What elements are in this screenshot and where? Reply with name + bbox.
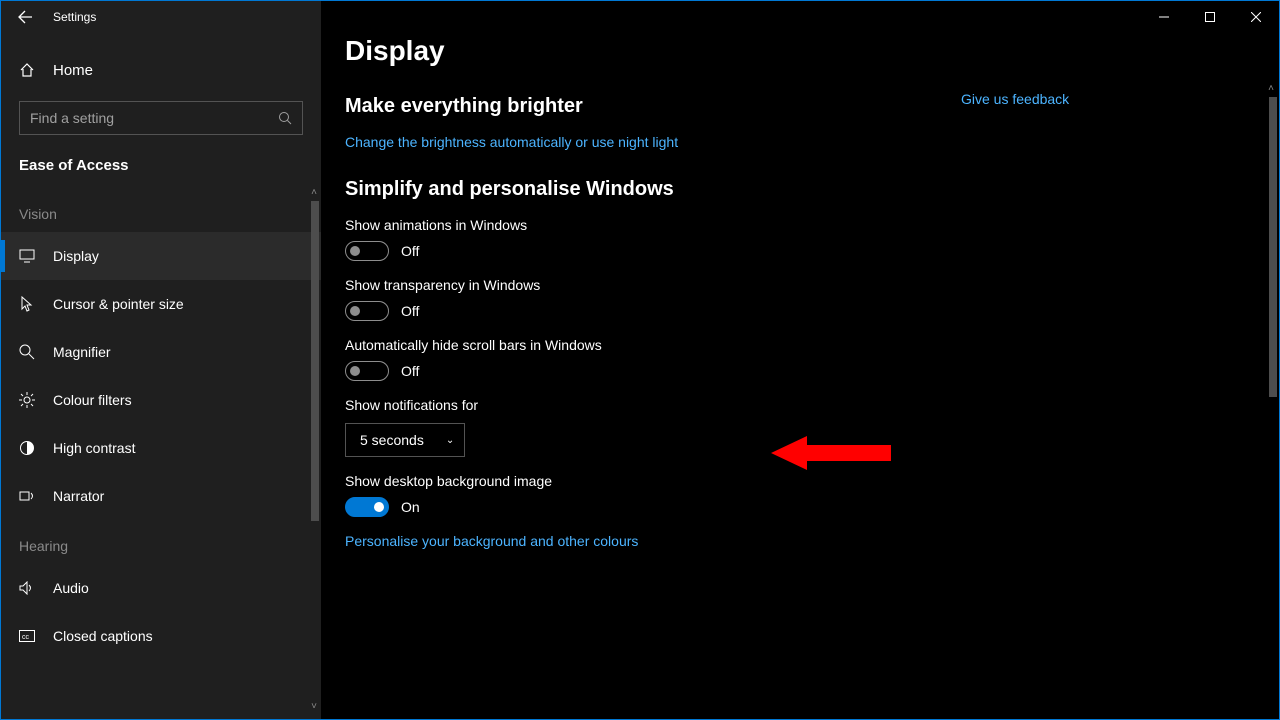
search-input-wrap[interactable] bbox=[19, 101, 303, 135]
arrow-left-icon bbox=[17, 9, 33, 25]
scrollbars-label: Automatically hide scroll bars in Window… bbox=[345, 337, 961, 353]
titlebar: Settings bbox=[1, 1, 1279, 33]
sidebar-item-high-contrast[interactable]: High contrast bbox=[1, 424, 321, 472]
sidebar: Home Ease of Access Vision Display Curso… bbox=[1, 1, 321, 719]
sidebar-item-display[interactable]: Display bbox=[1, 232, 321, 280]
nav-label: Colour filters bbox=[53, 392, 132, 408]
main-scrollbar[interactable] bbox=[1267, 97, 1277, 713]
sidebar-item-closed-captions[interactable]: cc Closed captions bbox=[1, 612, 321, 660]
notifications-label: Show notifications for bbox=[345, 397, 961, 413]
nav-label: Closed captions bbox=[53, 628, 153, 644]
nav-label: Cursor & pointer size bbox=[53, 296, 184, 312]
animations-state: Off bbox=[401, 243, 419, 259]
sidebar-item-cursor[interactable]: Cursor & pointer size bbox=[1, 280, 321, 328]
svg-text:cc: cc bbox=[22, 634, 30, 641]
nav-group-header-vision: Vision bbox=[1, 188, 321, 232]
desktop-bg-state: On bbox=[401, 499, 420, 515]
home-icon bbox=[19, 62, 39, 78]
cursor-icon bbox=[19, 296, 39, 312]
speaker-icon bbox=[19, 581, 39, 595]
nav-label: Magnifier bbox=[53, 344, 111, 360]
feedback-link[interactable]: Give us feedback bbox=[961, 91, 1069, 107]
nav-label: Audio bbox=[53, 580, 89, 596]
sidebar-item-audio[interactable]: Audio bbox=[1, 564, 321, 612]
chevron-down-icon: ⌄ bbox=[446, 435, 454, 446]
main-content: Display Make everything brighter Change … bbox=[321, 1, 1279, 719]
narrator-icon bbox=[19, 489, 39, 503]
animations-label: Show animations in Windows bbox=[345, 217, 961, 233]
sidebar-category: Ease of Access bbox=[1, 149, 321, 188]
brightness-link[interactable]: Change the brightness automatically or u… bbox=[345, 134, 678, 150]
personalise-link[interactable]: Personalise your background and other co… bbox=[345, 533, 638, 549]
back-button[interactable] bbox=[1, 1, 49, 33]
desktop-bg-label: Show desktop background image bbox=[345, 473, 961, 489]
nav-group-header-hearing: Hearing bbox=[1, 520, 321, 564]
maximize-button[interactable] bbox=[1187, 1, 1233, 33]
sidebar-nav: Vision Display Cursor & pointer size Mag… bbox=[1, 188, 321, 719]
window-title: Settings bbox=[49, 10, 96, 24]
sidebar-item-narrator[interactable]: Narrator bbox=[1, 472, 321, 520]
scroll-down-icon[interactable]: ˅ bbox=[307, 701, 321, 715]
nav-label: Display bbox=[53, 248, 99, 264]
sidebar-scrollbar[interactable] bbox=[309, 201, 321, 701]
sidebar-item-colour-filters[interactable]: Colour filters bbox=[1, 376, 321, 424]
transparency-state: Off bbox=[401, 303, 419, 319]
search-icon bbox=[278, 111, 292, 125]
search-input[interactable] bbox=[30, 110, 278, 126]
sidebar-item-magnifier[interactable]: Magnifier bbox=[1, 328, 321, 376]
page-title: Display bbox=[345, 35, 961, 67]
nav-label: High contrast bbox=[53, 440, 135, 456]
notifications-value: 5 seconds bbox=[360, 432, 424, 448]
scrollbars-toggle[interactable] bbox=[345, 361, 389, 381]
nav-label: Narrator bbox=[53, 488, 104, 504]
main-scroll-up-icon[interactable]: ˄ bbox=[1265, 83, 1277, 95]
contrast-icon bbox=[19, 440, 39, 456]
section-simplify-title: Simplify and personalise Windows bbox=[345, 178, 961, 201]
cc-icon: cc bbox=[19, 630, 39, 642]
main-scrollbar-thumb[interactable] bbox=[1269, 97, 1277, 397]
brightness-icon bbox=[19, 392, 39, 408]
close-button[interactable] bbox=[1233, 1, 1279, 33]
notifications-dropdown[interactable]: 5 seconds ⌄ bbox=[345, 423, 465, 457]
transparency-label: Show transparency in Windows bbox=[345, 277, 961, 293]
transparency-toggle[interactable] bbox=[345, 301, 389, 321]
minimize-button[interactable] bbox=[1141, 1, 1187, 33]
sidebar-home-label: Home bbox=[53, 62, 93, 79]
desktop-bg-toggle[interactable] bbox=[345, 497, 389, 517]
window-controls bbox=[1141, 1, 1279, 33]
section-brightness-title: Make everything brighter bbox=[345, 95, 961, 118]
scrollbars-state: Off bbox=[401, 363, 419, 379]
animations-toggle[interactable] bbox=[345, 241, 389, 261]
sidebar-scrollbar-thumb[interactable] bbox=[311, 201, 319, 521]
sidebar-home[interactable]: Home bbox=[1, 47, 321, 93]
magnifier-icon bbox=[19, 344, 39, 360]
monitor-icon bbox=[19, 249, 39, 263]
scroll-up-icon[interactable]: ˄ bbox=[307, 187, 321, 201]
